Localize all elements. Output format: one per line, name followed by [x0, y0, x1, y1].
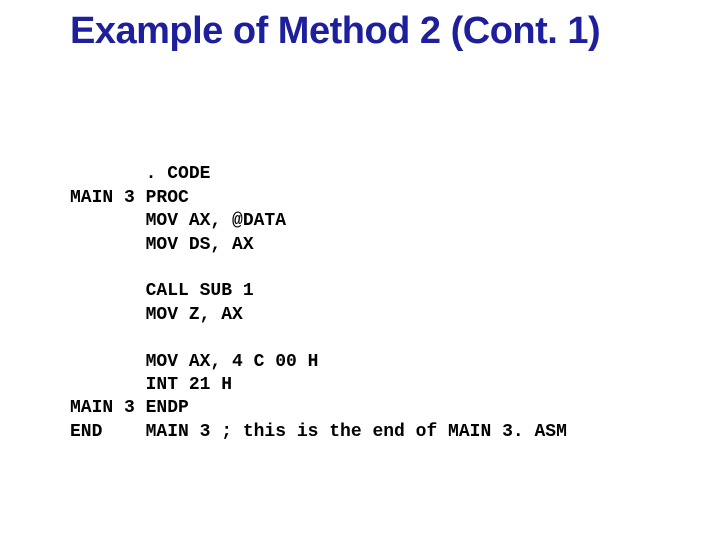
- code-line: MAIN 3 ENDP: [70, 398, 189, 418]
- code-line: . CODE: [70, 164, 210, 184]
- code-line: MOV DS, AX: [70, 235, 254, 255]
- code-line: MAIN 3 PROC: [70, 188, 189, 208]
- code-line: MOV Z, AX: [70, 305, 243, 325]
- code-line: INT 21 H: [70, 375, 232, 395]
- code-line: END MAIN 3 ; this is the end of MAIN 3. …: [70, 422, 567, 442]
- slide: Example of Method 2 (Cont. 1) . CODE MAI…: [0, 0, 720, 540]
- slide-title: Example of Method 2 (Cont. 1): [70, 10, 680, 54]
- code-line: MOV AX, @DATA: [70, 211, 286, 231]
- code-block: . CODE MAIN 3 PROC MOV AX, @DATA MOV DS,…: [70, 140, 680, 444]
- code-line: MOV AX, 4 C 00 H: [70, 352, 318, 372]
- code-line: CALL SUB 1: [70, 281, 254, 301]
